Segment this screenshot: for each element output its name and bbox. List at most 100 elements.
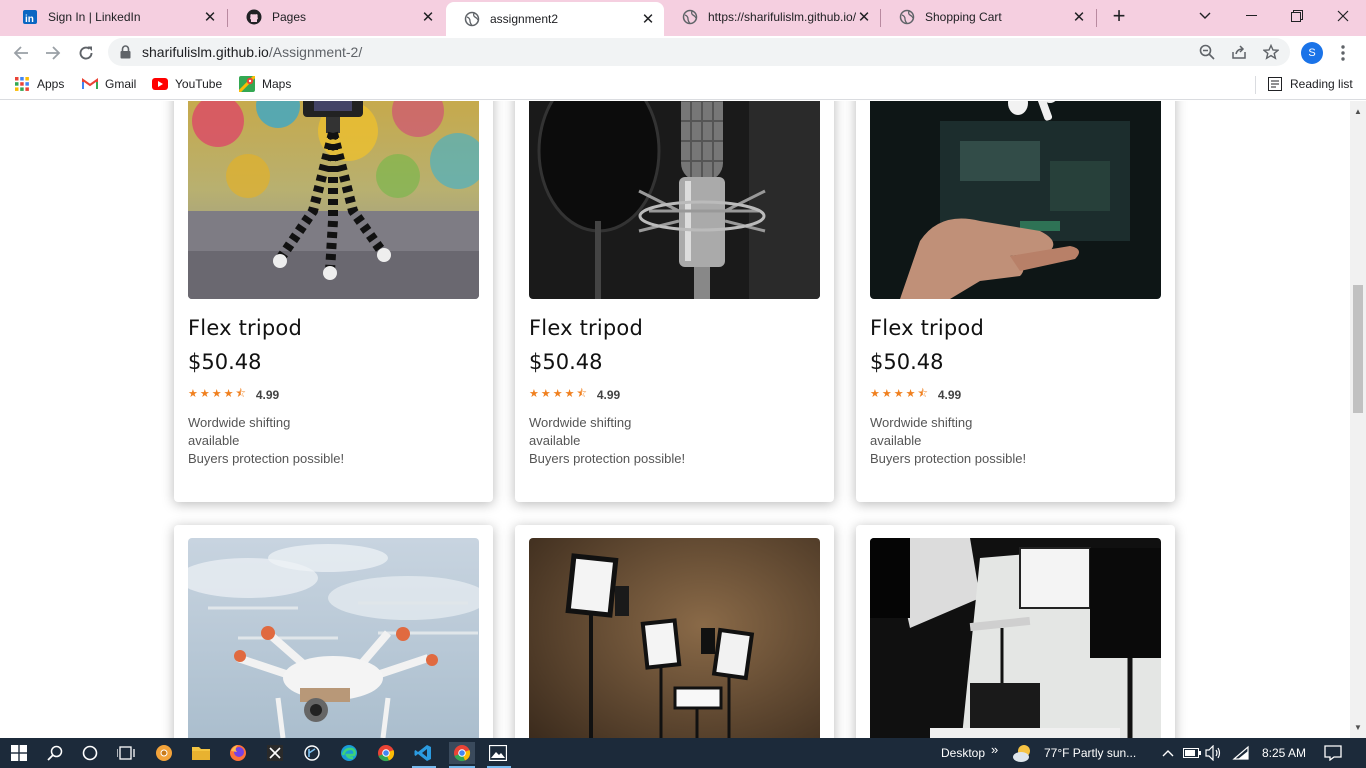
close-tab-icon[interactable]: ✕ [202, 8, 218, 26]
tab-pages[interactable]: Pages ✕ [228, 0, 444, 34]
bookmarks-separator [1255, 76, 1256, 94]
maps-icon [239, 76, 255, 92]
product-price: $50.48 [188, 350, 262, 374]
battery-icon[interactable] [1181, 742, 1203, 764]
forward-arrow-icon[interactable] [40, 40, 66, 66]
gmail-icon [82, 76, 98, 92]
minimize-button[interactable] [1228, 0, 1274, 32]
bookmark-star-icon[interactable] [1262, 43, 1280, 61]
close-tab-icon[interactable]: ✕ [640, 10, 656, 28]
scrollbar-thumb[interactable] [1353, 285, 1363, 413]
reload-icon[interactable] [73, 40, 99, 66]
product-image[interactable] [870, 101, 1161, 299]
close-tab-icon[interactable]: ✕ [420, 8, 436, 26]
volume-icon[interactable] [1203, 742, 1225, 764]
menu-kebab-icon[interactable] [1334, 43, 1352, 63]
bookmark-label: Apps [37, 77, 65, 91]
bookmark-youtube[interactable]: YouTube [152, 76, 222, 92]
rating-stars-icon: ★★★★⯪ [188, 388, 248, 400]
file-explorer-icon[interactable] [190, 742, 212, 764]
snipping-tool-icon[interactable] [264, 742, 286, 764]
new-tab-button[interactable]: + [1108, 5, 1130, 28]
product-card[interactable]: Flex tripod $50.48 ★★★★⯪ 4.99 Wordwide s… [174, 101, 493, 502]
product-card[interactable] [515, 525, 834, 738]
desc-line: Buyers protection possible! [188, 451, 345, 466]
product-rating: ★★★★⯪ 4.99 [870, 385, 961, 404]
firefox-icon[interactable] [227, 742, 249, 764]
url-text[interactable]: sharifulislm.github.io/Assignment-2/ [142, 44, 362, 60]
product-image[interactable] [188, 101, 479, 299]
photos-icon[interactable] [487, 742, 509, 764]
desc-line: Wordwide shifting [870, 415, 973, 430]
page-scrollbar[interactable]: ▲ ▼ [1350, 101, 1366, 738]
restore-button[interactable] [1274, 0, 1320, 32]
vscode-icon[interactable] [412, 742, 434, 764]
globe-icon [464, 11, 480, 27]
product-card[interactable]: Flex tripod $50.48 ★★★★⯪ 4.99 Wordwide s… [515, 101, 834, 502]
product-card[interactable]: Flex tripod $50.48 ★★★★⯪ 4.99 Wordwide s… [856, 101, 1175, 502]
cortana-icon[interactable] [79, 742, 101, 764]
task-view-icon[interactable] [115, 742, 137, 764]
weather-partly-sunny-icon[interactable] [1012, 742, 1034, 764]
zoom-icon[interactable] [1198, 43, 1216, 61]
tab-label: Shopping Cart [925, 10, 1002, 24]
close-window-button[interactable] [1320, 0, 1366, 32]
scroll-up-icon[interactable]: ▲ [1354, 107, 1362, 116]
desktop-toolbar-label[interactable]: Desktop [941, 746, 985, 760]
rating-value: 4.99 [255, 387, 280, 402]
clock-time[interactable]: 8:25 AM [1262, 746, 1306, 760]
tab-linkedin[interactable]: in Sign In | LinkedIn ✕ [4, 0, 226, 34]
tab-github-io[interactable]: https://sharifulislm.github.io/ ✕ [664, 0, 880, 34]
bookmark-apps[interactable]: Apps [14, 76, 64, 92]
product-image[interactable] [529, 538, 820, 738]
bookmark-maps[interactable]: Maps [239, 76, 291, 92]
product-image[interactable] [870, 538, 1161, 738]
edge-icon[interactable] [338, 742, 360, 764]
product-card[interactable] [856, 525, 1175, 738]
linkedin-icon: in [22, 9, 38, 25]
tab-search-chevron-icon[interactable] [1182, 0, 1228, 32]
product-rating: ★★★★⯪ 4.99 [188, 385, 279, 404]
scroll-down-icon[interactable]: ▼ [1354, 723, 1362, 732]
notifications-icon[interactable] [1322, 742, 1344, 764]
product-image[interactable] [529, 101, 820, 299]
share-icon[interactable] [1230, 43, 1248, 61]
desc-line: Buyers protection possible! [870, 451, 1027, 466]
tab-assignment2[interactable]: assignment2 ✕ [446, 2, 664, 36]
product-image[interactable] [188, 538, 479, 738]
product-card[interactable] [174, 525, 493, 738]
chrome-canary-icon[interactable] [153, 742, 175, 764]
show-hidden-icons-chevron-icon[interactable] [1157, 742, 1179, 764]
apps-grid-icon [14, 76, 30, 92]
chrome-icon[interactable] [375, 742, 397, 764]
tab-label: assignment2 [490, 12, 559, 26]
desc-line: available [529, 433, 581, 448]
chrome-active-icon[interactable] [449, 742, 475, 764]
product-description: Wordwide shifting available Buyers prote… [529, 414, 729, 468]
desc-line: available [870, 433, 922, 448]
windows-taskbar: Desktop » 77°F Partly sun... 8:25 AM [0, 738, 1366, 768]
globe-icon [682, 9, 698, 25]
tab-separator [1096, 9, 1097, 27]
close-tab-icon[interactable]: ✕ [856, 8, 872, 26]
chevron-double-icon[interactable]: » [991, 742, 998, 757]
reading-list-button[interactable]: Reading list [1267, 76, 1353, 92]
product-price: $50.48 [870, 350, 944, 374]
bookmarks-bar: Apps Gmail YouTube Maps Reading list [0, 70, 1366, 100]
tab-shopping-cart[interactable]: Shopping Cart ✕ [881, 0, 1095, 34]
back-arrow-icon[interactable] [8, 40, 34, 66]
product-description: Wordwide shifting available Buyers prote… [188, 414, 388, 468]
bookmark-label: Gmail [105, 77, 137, 91]
windows-start-icon[interactable] [8, 742, 30, 764]
address-bar[interactable]: sharifulislm.github.io/Assignment-2/ [108, 38, 1290, 66]
close-tab-icon[interactable]: ✕ [1071, 8, 1087, 26]
app-icon[interactable] [301, 742, 323, 764]
bookmark-label: Maps [262, 77, 292, 91]
wifi-icon[interactable] [1230, 742, 1252, 764]
desc-line: Wordwide shifting [188, 415, 291, 430]
search-icon[interactable] [44, 742, 66, 764]
bookmark-gmail[interactable]: Gmail [82, 76, 136, 92]
profile-avatar[interactable]: S [1301, 42, 1323, 64]
weather-text[interactable]: 77°F Partly sun... [1044, 746, 1136, 760]
lock-icon[interactable] [120, 45, 131, 64]
